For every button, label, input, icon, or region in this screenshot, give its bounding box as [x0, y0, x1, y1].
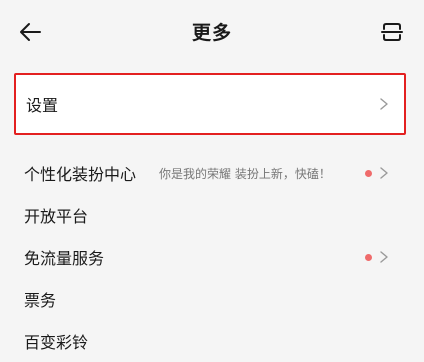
badge-dot — [365, 169, 372, 177]
badge-dot — [365, 253, 372, 261]
list-item-free-data[interactable]: 免流量服务 — [14, 236, 406, 278]
list-item-subtitle: 你是我的荣耀 装扮上新，快磕！ — [159, 166, 331, 181]
list-item-open-platform[interactable]: 开放平台 — [14, 194, 406, 236]
chevron-right-icon — [380, 167, 388, 179]
chevron-right-icon — [380, 98, 388, 110]
list-item-ringtone[interactable]: 百变彩铃 — [14, 320, 406, 362]
chevron-right-icon — [380, 251, 388, 263]
scan-button[interactable] — [374, 14, 410, 50]
more-list: 个性化装扮中心 你是我的荣耀 装扮上新，快磕！ 开放平台 免流量服务 票务 百变… — [14, 150, 406, 362]
list-item-label: 个性化装扮中心 — [24, 165, 137, 184]
list-item-label: 票务 — [24, 291, 57, 310]
scan-icon — [381, 23, 403, 41]
settings-label: 设置 — [26, 96, 59, 115]
list-item-label: 开放平台 — [24, 207, 89, 226]
top-bar: 更多 — [0, 0, 424, 62]
list-item-tickets[interactable]: 票务 — [14, 278, 406, 320]
page-title: 更多 — [191, 22, 232, 44]
settings-card: 设置 — [14, 73, 406, 135]
list-item-personalization[interactable]: 个性化装扮中心 你是我的荣耀 装扮上新，快磕！ — [14, 152, 406, 194]
settings-row[interactable]: 设置 — [16, 75, 404, 133]
list-item-label: 免流量服务 — [24, 249, 105, 268]
list-item-label: 百变彩铃 — [24, 333, 89, 352]
